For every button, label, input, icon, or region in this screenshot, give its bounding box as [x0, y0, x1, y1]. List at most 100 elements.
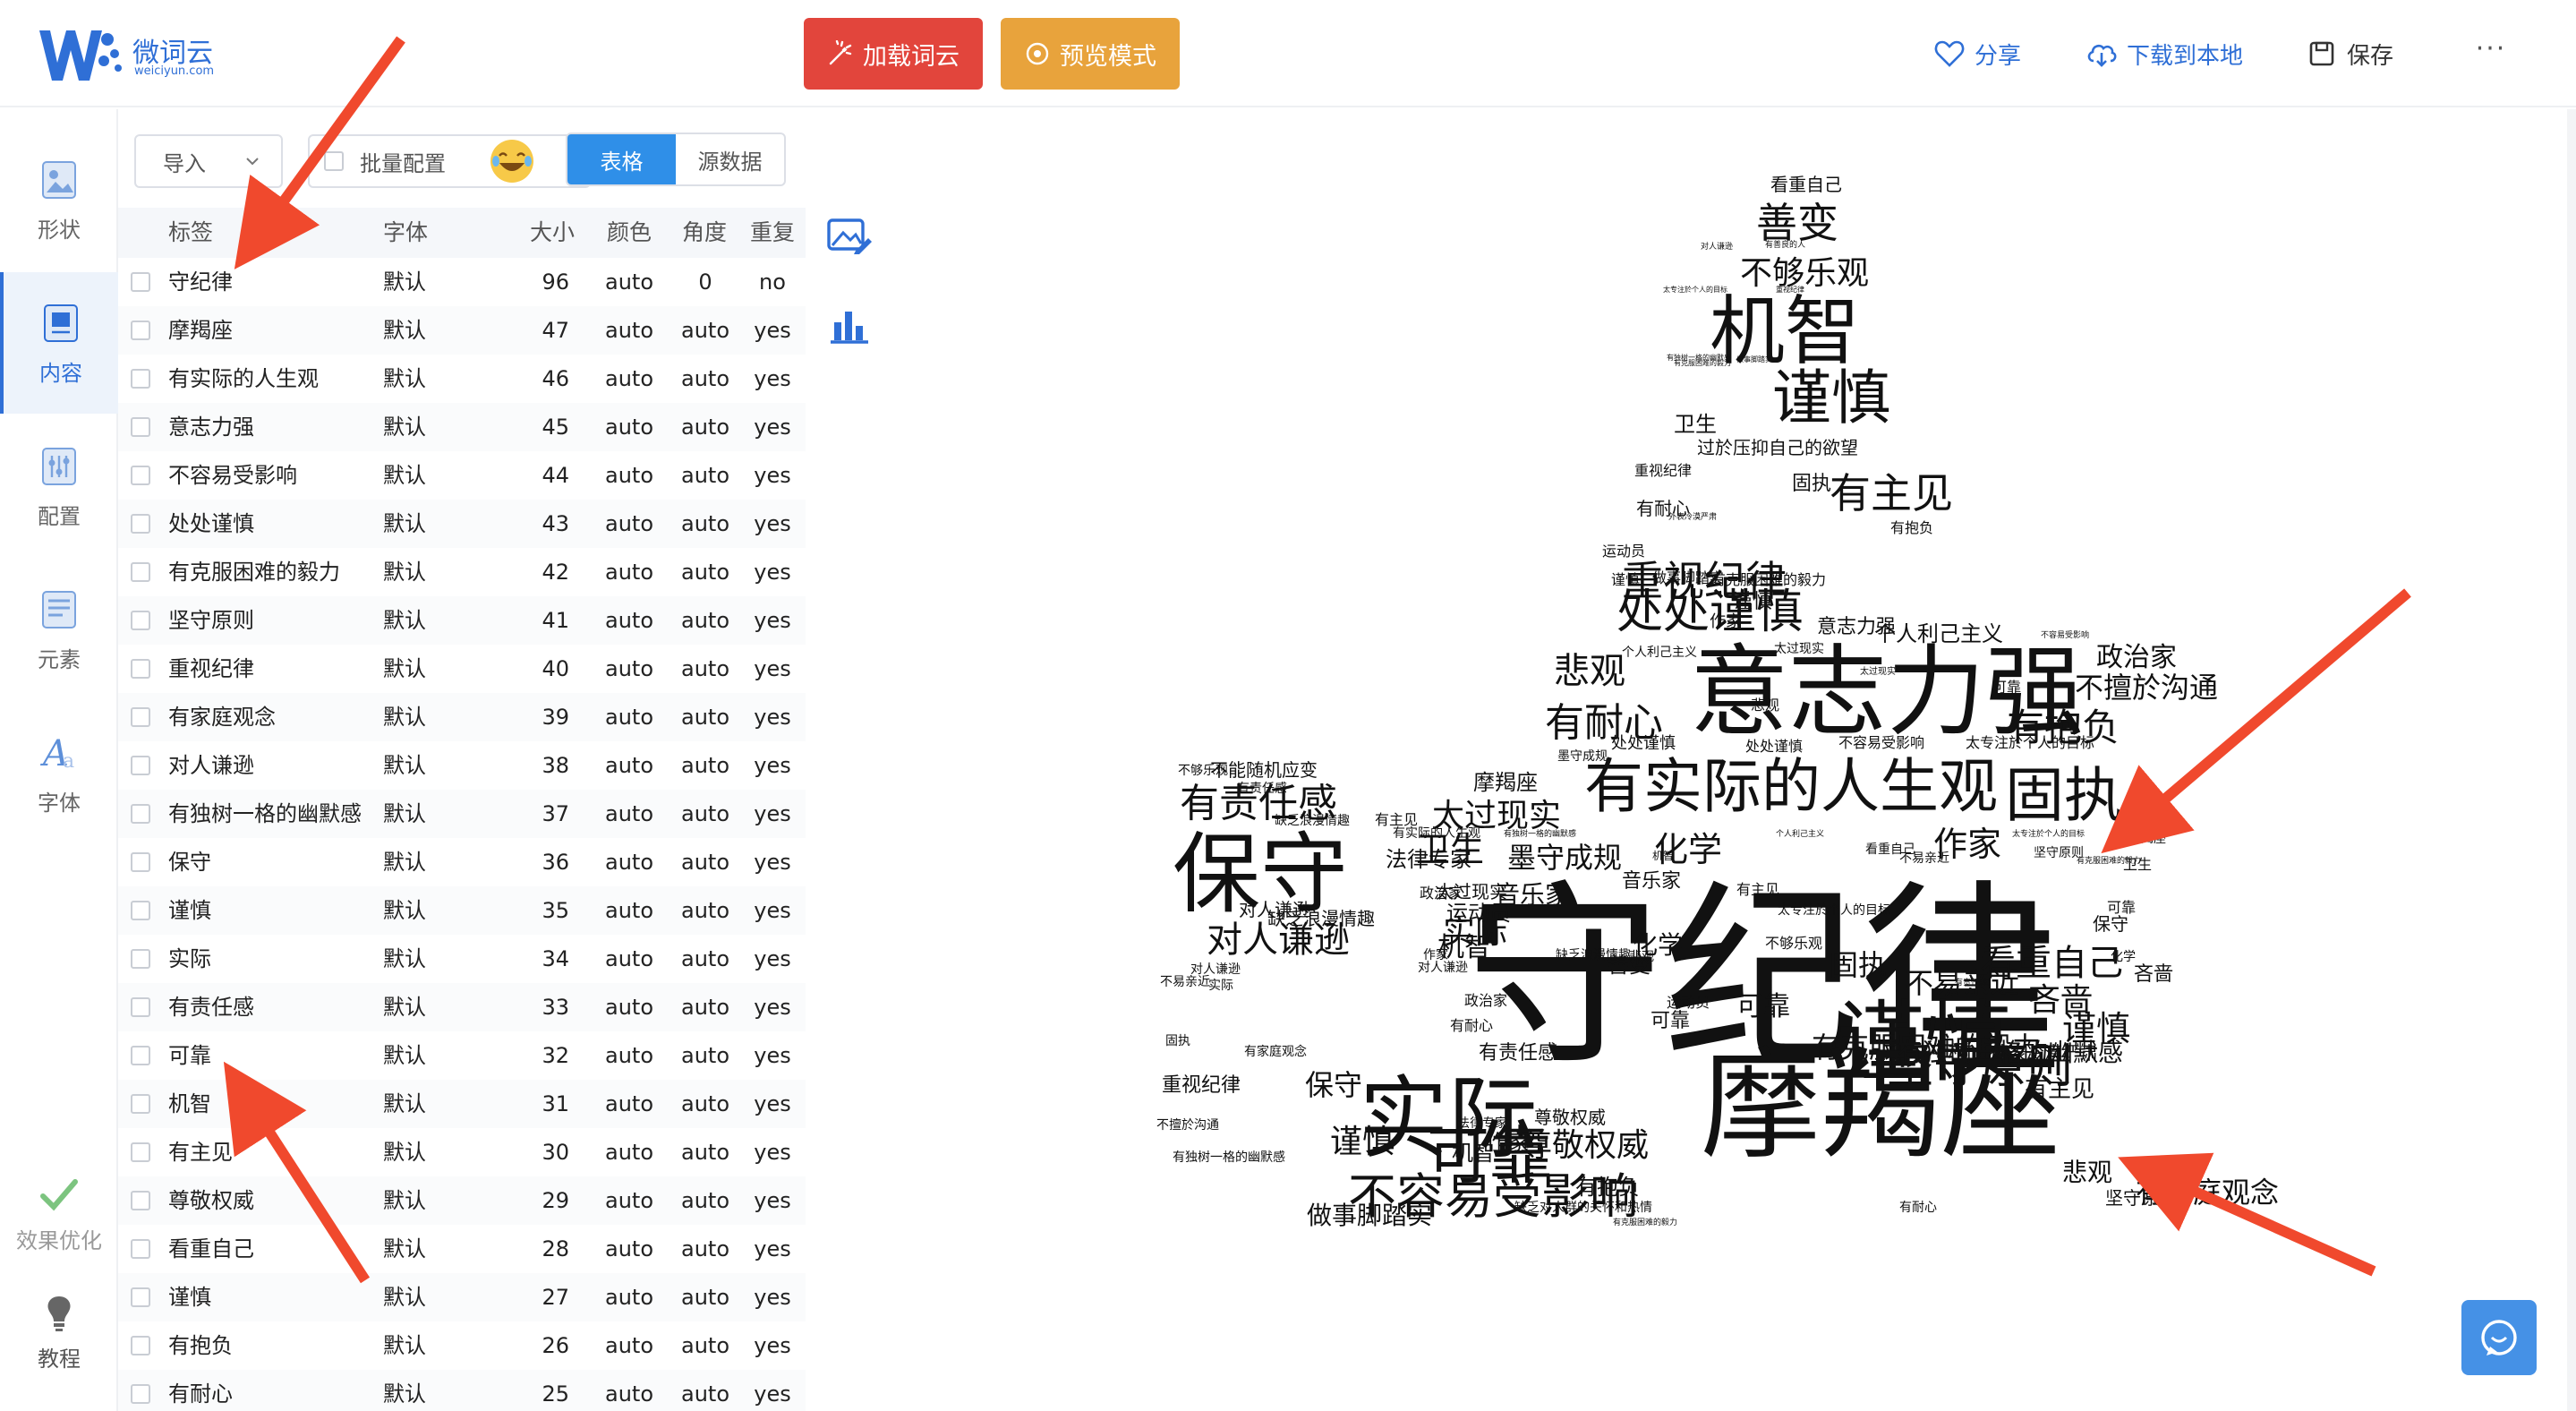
cloud-word[interactable]: 有实际的人生观: [1584, 757, 1998, 817]
cloud-word[interactable]: 化学: [2111, 951, 2136, 963]
cell-size[interactable]: 41: [510, 596, 569, 645]
cell-color[interactable]: auto: [605, 451, 653, 500]
cell-repeat[interactable]: yes: [746, 451, 798, 500]
cloud-word[interactable]: 摩羯座: [1473, 772, 1538, 793]
cloud-word[interactable]: 善变: [1608, 954, 1651, 976]
cell-color[interactable]: auto: [605, 1321, 653, 1370]
cell-repeat[interactable]: yes: [746, 1273, 798, 1321]
cell-angle[interactable]: auto: [680, 1273, 730, 1321]
table-row[interactable]: 坚守原则 默认 41 auto auto yes: [118, 596, 806, 645]
cell-angle[interactable]: auto: [680, 741, 730, 790]
col-header-repeat[interactable]: 重复: [750, 208, 795, 258]
cell-color[interactable]: auto: [605, 983, 653, 1031]
cloud-word[interactable]: 机智: [1452, 1142, 1495, 1164]
cloud-word[interactable]: 有责任感: [1237, 782, 1287, 795]
cell-size[interactable]: 46: [510, 355, 569, 403]
cloud-word[interactable]: 尊敬权威: [1534, 1108, 1606, 1126]
cloud-word[interactable]: 看重自己: [1770, 175, 1842, 193]
row-checkbox[interactable]: [131, 1287, 150, 1307]
cell-size[interactable]: 38: [510, 741, 569, 790]
cloud-word[interactable]: 有耐心: [1899, 1201, 1937, 1214]
row-checkbox[interactable]: [131, 272, 150, 292]
cell-label[interactable]: 摩羯座: [168, 306, 233, 355]
cell-label[interactable]: 守纪律: [168, 258, 233, 306]
cloud-word[interactable]: 法律专家: [1457, 1117, 1507, 1130]
cloud-word[interactable]: 有责任感: [1955, 979, 1987, 988]
cloud-word[interactable]: 太专注於个人的目标: [1778, 904, 1890, 917]
row-checkbox[interactable]: [131, 949, 150, 969]
cell-color[interactable]: auto: [605, 596, 653, 645]
cloud-word[interactable]: 有耐心: [1450, 1019, 1493, 1033]
row-checkbox[interactable]: [131, 1142, 150, 1162]
cell-size[interactable]: 29: [510, 1176, 569, 1225]
cell-color[interactable]: auto: [605, 548, 653, 596]
cell-font[interactable]: 默认: [383, 306, 426, 355]
cloud-word[interactable]: 缺乏对人群的关怀和热情: [1514, 1201, 1652, 1214]
cloud-word[interactable]: 可靠: [1651, 1012, 1690, 1031]
cloud-word[interactable]: 有主见: [1830, 473, 1953, 514]
table-row[interactable]: 不容易受影响 默认 44 auto auto yes: [118, 451, 806, 500]
cell-repeat[interactable]: yes: [746, 1031, 798, 1080]
cloud-word[interactable]: 谨慎: [1330, 1126, 1395, 1159]
cell-color[interactable]: auto: [605, 1031, 653, 1080]
cell-color[interactable]: auto: [605, 1370, 653, 1411]
cell-color[interactable]: auto: [605, 886, 653, 935]
bar-chart-icon[interactable]: [823, 299, 874, 349]
sidebar-item-content[interactable]: 内容: [0, 272, 118, 414]
cell-font[interactable]: 默认: [383, 741, 426, 790]
row-checkbox[interactable]: [131, 1239, 150, 1259]
cell-angle[interactable]: auto: [680, 500, 730, 548]
sidebar-item-element[interactable]: 元素: [0, 559, 118, 700]
cell-color[interactable]: auto: [605, 258, 653, 306]
cell-size[interactable]: 45: [510, 403, 569, 451]
cloud-word[interactable]: 可靠: [1736, 994, 1790, 1021]
table-row[interactable]: 有主见 默认 30 auto auto yes: [118, 1128, 806, 1176]
cell-label[interactable]: 有耐心: [168, 1370, 233, 1411]
cell-font[interactable]: 默认: [383, 548, 426, 596]
col-header-label[interactable]: 标签: [168, 208, 213, 258]
cell-label[interactable]: 意志力强: [168, 403, 254, 451]
cloud-word[interactable]: 有善良的人: [1765, 242, 1805, 250]
cell-font[interactable]: 默认: [383, 355, 426, 403]
col-header-size[interactable]: 大小: [530, 208, 575, 258]
tab-source-data[interactable]: 源数据: [676, 134, 784, 184]
cell-font[interactable]: 默认: [383, 645, 426, 693]
cell-color[interactable]: auto: [605, 693, 653, 741]
cell-size[interactable]: 30: [510, 1128, 569, 1176]
cell-label[interactable]: 坚守原则: [168, 596, 254, 645]
cell-angle[interactable]: auto: [680, 355, 730, 403]
preview-mode-button[interactable]: 预览模式: [1001, 18, 1180, 90]
cloud-word[interactable]: 个人利己主义: [1622, 646, 1697, 659]
cloud-word[interactable]: 固执: [1830, 951, 1887, 979]
cloud-word[interactable]: 卫生: [1674, 414, 1717, 435]
table-row[interactable]: 有家庭观念 默认 39 auto auto yes: [118, 693, 806, 741]
cloud-word[interactable]: 悲观: [2062, 1160, 2112, 1185]
cell-color[interactable]: auto: [605, 790, 653, 838]
cell-angle[interactable]: auto: [680, 1225, 730, 1273]
cloud-word[interactable]: 固执: [2005, 766, 2123, 825]
cell-angle[interactable]: auto: [680, 838, 730, 886]
more-menu-button[interactable]: ···: [2469, 36, 2513, 72]
cloud-word[interactable]: 不够乐观: [1740, 258, 1869, 290]
cell-size[interactable]: 26: [510, 1321, 569, 1370]
cell-label[interactable]: 机智: [168, 1080, 211, 1128]
table-row[interactable]: 谨慎 默认 27 auto auto yes: [118, 1273, 806, 1321]
cloud-word[interactable]: 外表冷漠严肃: [1991, 1044, 2098, 1062]
cell-repeat[interactable]: yes: [746, 1370, 798, 1411]
logo[interactable]: 微词云 weiciyun.com: [38, 25, 226, 86]
cloud-word[interactable]: 有主见: [2025, 1078, 2094, 1101]
row-checkbox[interactable]: [131, 611, 150, 630]
cell-repeat[interactable]: yes: [746, 306, 798, 355]
cell-font[interactable]: 默认: [383, 1128, 426, 1176]
table-row[interactable]: 实际 默认 34 auto auto yes: [118, 935, 806, 983]
cloud-word[interactable]: 作家: [1423, 949, 1448, 962]
sidebar-item-config[interactable]: 配置: [0, 415, 118, 557]
cell-color[interactable]: auto: [605, 1273, 653, 1321]
cell-angle[interactable]: auto: [680, 1080, 730, 1128]
cell-color[interactable]: auto: [605, 306, 653, 355]
table-row[interactable]: 守纪律 默认 96 auto 0 no: [118, 258, 806, 306]
cloud-word[interactable]: 有主见: [1375, 813, 1418, 827]
cloud-word[interactable]: 保守: [2093, 915, 2128, 933]
cloud-word[interactable]: 善变: [1756, 202, 1838, 244]
cell-repeat[interactable]: yes: [746, 1128, 798, 1176]
